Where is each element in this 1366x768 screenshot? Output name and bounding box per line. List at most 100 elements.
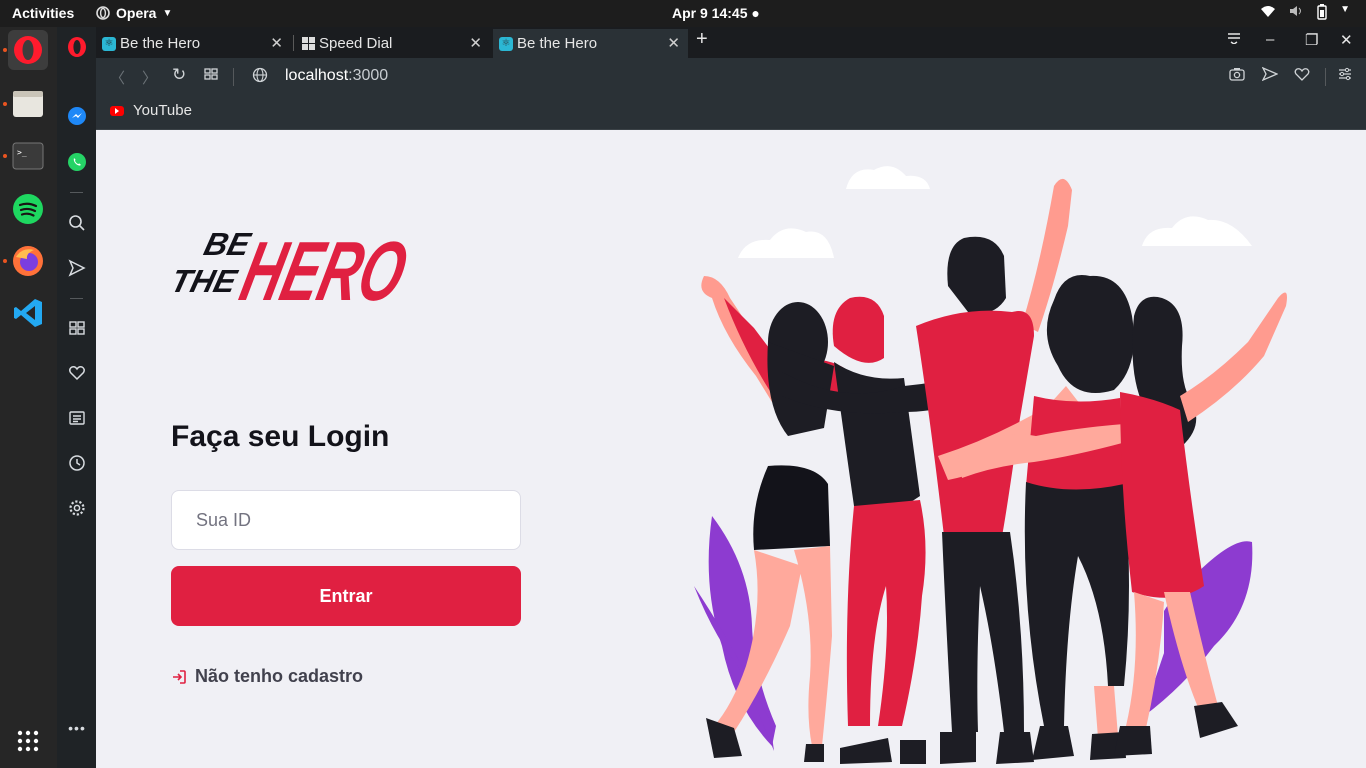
news-icon	[69, 411, 85, 425]
whatsapp-button[interactable]	[64, 149, 90, 175]
forward-icon[interactable]: 〉	[142, 67, 157, 88]
reload-icon[interactable]: ↻	[172, 65, 186, 85]
heroes-illustration	[694, 166, 1287, 764]
tab-menu-icon[interactable]	[1227, 31, 1241, 48]
be-the-hero-logo: BE THE HERO	[170, 225, 416, 319]
notification-dot-icon: ●	[751, 5, 760, 21]
url-host: localhost	[285, 67, 349, 84]
register-link[interactable]: Não tenho cadastro	[171, 666, 363, 687]
url-field[interactable]: localhost:3000	[285, 67, 388, 85]
tabs-overview-icon[interactable]	[204, 67, 218, 85]
dock-firefox[interactable]	[8, 241, 48, 281]
my-flow-button[interactable]	[64, 255, 90, 281]
spotify-icon	[13, 194, 43, 224]
app-menu[interactable]: Opera ▼	[96, 5, 172, 21]
settings-icon	[69, 500, 85, 516]
id-input[interactable]	[171, 490, 521, 550]
dock-vscode[interactable]	[8, 293, 48, 333]
tab[interactable]: ⚛ Be the Hero ✕	[96, 29, 291, 58]
power-menu-chevron-icon: ▼	[1340, 4, 1350, 15]
react-favicon-icon: ⚛	[499, 36, 513, 51]
wifi-icon	[1260, 4, 1276, 23]
minimize-icon[interactable]: –	[1266, 31, 1274, 48]
logo-the: THE	[170, 263, 241, 298]
bookmark-heart-icon[interactable]	[1294, 67, 1310, 85]
news-button[interactable]	[64, 405, 90, 431]
files-icon	[13, 91, 43, 117]
send-to-flow-icon[interactable]	[1261, 66, 1279, 85]
more-icon: •••	[68, 720, 86, 736]
tab-title: Speed Dial	[319, 35, 393, 52]
back-icon[interactable]: 〈	[110, 67, 125, 88]
tab-active[interactable]: ⚛ Be the Hero ✕	[493, 29, 688, 58]
bookmark-label: YouTube	[133, 102, 192, 119]
tab-title: Be the Hero	[120, 35, 201, 52]
running-indicator	[3, 154, 7, 158]
search-icon	[69, 215, 85, 231]
running-indicator	[3, 48, 7, 52]
opera-icon	[14, 36, 42, 64]
volume-icon	[1288, 4, 1304, 23]
clock-text: Apr 9 14:45	[672, 5, 748, 21]
firefox-icon	[13, 246, 43, 276]
bookmark-youtube[interactable]: YouTube	[110, 102, 192, 119]
new-tab-icon[interactable]: +	[696, 28, 708, 51]
enter-button[interactable]: Entrar	[171, 566, 521, 626]
system-tray[interactable]: ▼	[1260, 4, 1350, 23]
easy-setup-icon[interactable]	[1338, 67, 1352, 85]
heart-icon	[69, 366, 85, 381]
system-top-bar: Activities Opera ▼ Apr 9 14:45 ● ▼	[0, 0, 1366, 27]
react-favicon-icon: ⚛	[102, 36, 116, 51]
close-icon[interactable]: ✕	[469, 34, 482, 52]
messenger-icon	[68, 107, 86, 125]
battery-icon	[1316, 4, 1328, 23]
close-icon[interactable]: ✕	[270, 34, 283, 52]
tab-bar: ⚛ Be the Hero ✕ Speed Dial ✕ ⚛ Be the He…	[96, 27, 1366, 58]
bookmarks-button[interactable]	[64, 360, 90, 386]
globe-icon[interactable]	[252, 67, 268, 87]
clock[interactable]: Apr 9 14:45 ●	[672, 5, 760, 21]
messenger-button[interactable]	[64, 103, 90, 129]
dock-files[interactable]	[8, 84, 48, 124]
history-icon	[69, 455, 85, 471]
login-page: BE THE HERO Faça seu Login Entrar Não te…	[96, 130, 1366, 768]
app-menu-label: Opera	[116, 5, 157, 21]
bookmarks-bar: YouTube	[96, 96, 1366, 130]
whatsapp-icon	[68, 153, 86, 171]
show-applications[interactable]	[8, 721, 48, 761]
speed-dial-favicon-icon	[301, 37, 315, 51]
tab-divider	[293, 35, 294, 51]
url-port: :3000	[348, 67, 389, 84]
maximize-icon[interactable]: ❐	[1305, 31, 1318, 49]
snapshot-icon[interactable]	[1229, 67, 1245, 85]
speed-dial-icon	[69, 321, 85, 335]
address-divider	[1325, 68, 1326, 86]
register-link-label: Não tenho cadastro	[195, 666, 364, 686]
sidebar-more-button[interactable]: •••	[64, 715, 90, 741]
opera-small-icon	[96, 6, 110, 20]
address-divider	[233, 68, 234, 86]
opera-menu-button[interactable]	[64, 34, 90, 60]
opera-sidebar: •••	[57, 27, 96, 768]
window-close-icon[interactable]: ✕	[1340, 31, 1353, 49]
chevron-down-icon: ▼	[162, 7, 173, 19]
close-icon[interactable]: ✕	[667, 34, 680, 52]
dock: >_	[0, 27, 57, 768]
dock-terminal[interactable]: >_	[8, 136, 48, 176]
opera-logo-icon	[68, 37, 86, 57]
terminal-icon: >_	[12, 142, 44, 170]
app-grid-icon	[17, 730, 39, 752]
history-button[interactable]	[64, 450, 90, 476]
log-in-icon	[173, 669, 186, 684]
running-indicator	[3, 259, 7, 263]
speed-dial-button[interactable]	[64, 315, 90, 341]
settings-button[interactable]	[64, 495, 90, 521]
sidebar-divider	[70, 298, 83, 299]
tab[interactable]: Speed Dial ✕	[295, 29, 490, 58]
activities-button[interactable]: Activities	[12, 5, 74, 21]
youtube-icon	[110, 105, 124, 116]
sidebar-search-button[interactable]	[64, 210, 90, 236]
address-bar: 〈 〉 ↻ localhost:3000	[96, 58, 1366, 96]
dock-opera[interactable]	[8, 30, 48, 70]
dock-spotify[interactable]	[8, 189, 48, 229]
